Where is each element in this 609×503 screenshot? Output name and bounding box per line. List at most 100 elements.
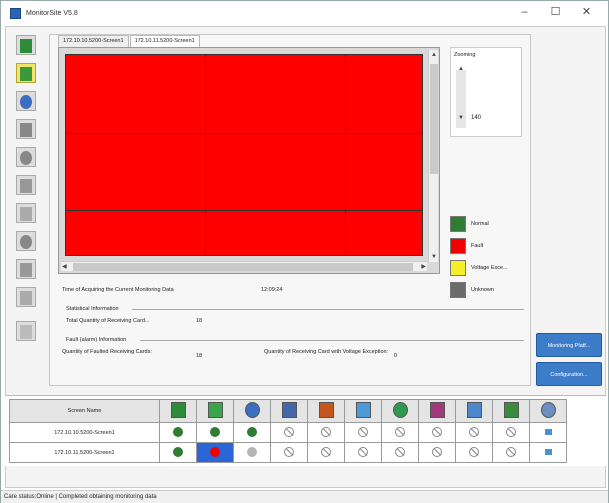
voltage-exception-swatch — [450, 260, 466, 276]
voltage-exception-label: Quantity of Receiving Card with Voltage … — [264, 349, 389, 355]
status-cell — [159, 422, 197, 443]
horizontal-scrollbar[interactable]: ◀ ▶ — [61, 261, 427, 271]
not-available-icon — [395, 426, 405, 437]
smoke-icon — [318, 402, 334, 418]
not-available-icon — [469, 426, 479, 437]
status-cell — [344, 422, 382, 443]
not-available-icon — [395, 446, 405, 457]
monitoring-panel: 172.10.10.5200-Screen1 172.10.11.5200-Sc… — [49, 34, 531, 386]
monitoring-platform-button[interactable]: Monitoring Platf... — [536, 333, 602, 357]
magnet-tool-button[interactable] — [16, 259, 36, 279]
table-row[interactable]: 172.10.11.5200-Screen1 — [9, 442, 567, 463]
status-cell — [381, 442, 419, 463]
not-available-icon — [469, 446, 479, 457]
not-available-icon — [284, 426, 294, 437]
not-available-icon — [432, 426, 442, 437]
scroll-right-icon[interactable]: ▶ — [421, 262, 426, 272]
network-column-header — [529, 399, 567, 423]
configuration-button[interactable]: Configuration... — [536, 362, 602, 386]
receiving-card-cell[interactable] — [65, 54, 206, 134]
faulted-quantity-label: Quantity of Faulted Receiving Cards: — [62, 349, 152, 355]
voltage-tool-button[interactable] — [16, 231, 36, 251]
receiving-card-cell[interactable] — [205, 210, 346, 256]
status-cell — [307, 442, 345, 463]
monitor-card-column-header — [492, 399, 530, 423]
smoke-tool-button[interactable] — [16, 147, 36, 167]
faulted-quantity-value: 18 — [196, 353, 203, 359]
fan-column-header — [344, 399, 382, 423]
receiving-card-cell[interactable] — [345, 54, 423, 134]
fan-tool-button[interactable] — [16, 175, 36, 195]
power-tool-button[interactable] — [16, 203, 36, 223]
screen-status-table-area: Screen Name 172.10.10.5200-Screen1 172.1… — [5, 395, 606, 466]
receiving-card-cell[interactable] — [205, 133, 346, 211]
zoom-up-icon[interactable]: ▲ — [458, 64, 464, 74]
receiving-card-cell[interactable] — [65, 133, 206, 211]
receiving-card-icon — [20, 39, 32, 53]
tab-screen-1[interactable]: 172.10.10.5200-Screen1 — [58, 35, 129, 47]
title-bar: MonitorSite V5.8 – ☐ ✕ — [1, 1, 608, 25]
receiving-card-cell[interactable] — [345, 210, 423, 256]
not-available-icon — [358, 446, 368, 457]
status-cell — [381, 422, 419, 443]
screen-status-table: Screen Name 172.10.10.5200-Screen1 172.1… — [9, 399, 567, 463]
receiving-card-cell[interactable] — [65, 210, 206, 256]
receiving-card-cell[interactable] — [345, 133, 423, 211]
screen-name-header[interactable]: Screen Name — [9, 399, 160, 423]
table-row[interactable]: 172.10.10.5200-Screen1 — [9, 422, 567, 443]
network-status-icon — [544, 448, 552, 455]
port-tool-button[interactable] — [16, 287, 36, 307]
humidity-icon — [20, 123, 32, 137]
voltage-column-header — [381, 399, 419, 423]
legend-unknown: Unknown — [450, 279, 528, 301]
maximize-button[interactable]: ☐ — [540, 4, 571, 21]
module-tool-button[interactable] — [16, 63, 36, 83]
voltage-exception-value: 0 — [394, 353, 398, 359]
status-cell — [196, 422, 234, 443]
port-column-header — [455, 399, 493, 423]
statistical-section-title: Statistical Information — [66, 306, 119, 312]
close-button[interactable]: ✕ — [571, 4, 602, 21]
humidity-tool-button[interactable] — [16, 119, 36, 139]
screen-name-cell[interactable]: 172.10.10.5200-Screen1 — [9, 422, 160, 443]
receiving-card-grid — [65, 54, 423, 256]
smoke-icon — [20, 151, 32, 165]
legend-label: Unknown — [471, 287, 494, 293]
normal-dot-icon — [173, 446, 183, 457]
not-available-icon — [284, 446, 294, 457]
not-available-icon — [321, 426, 331, 437]
receiving-card-tool-button[interactable] — [16, 35, 36, 55]
normal-dot-icon — [247, 426, 257, 437]
magnet-column-header — [418, 399, 456, 423]
zooming-panel: Zooming ▲ ▼ 140 — [450, 47, 522, 137]
scroll-up-icon[interactable]: ▲ — [431, 50, 437, 60]
receiving-card-cell[interactable] — [205, 54, 346, 134]
section-divider — [132, 309, 524, 310]
legend-label: Normal — [471, 221, 489, 227]
vertical-scrollbar[interactable]: ▲ ▼ — [428, 50, 438, 262]
normal-dot-icon — [173, 426, 183, 437]
temperature-tool-button[interactable] — [16, 91, 36, 111]
vertical-scroll-thumb[interactable] — [430, 64, 438, 174]
screen-name-cell[interactable]: 172.10.11.5200-Screen1 — [9, 442, 160, 463]
fault-dot-icon — [210, 446, 220, 457]
fault-section-title: Fault (alarm) Information — [66, 337, 127, 343]
scroll-down-icon[interactable]: ▼ — [431, 252, 437, 262]
left-toolbar — [10, 35, 42, 385]
not-available-icon — [506, 446, 516, 457]
status-cell — [418, 422, 456, 443]
zoom-down-icon[interactable]: ▼ — [458, 113, 464, 123]
app-logo-icon — [10, 7, 21, 19]
horizontal-scroll-thumb[interactable] — [73, 263, 413, 271]
receiving-card-column-header — [159, 399, 197, 423]
acquire-time-value: 12:09:24 — [261, 287, 283, 293]
legend-normal: Normal — [450, 213, 528, 235]
section-divider — [140, 340, 524, 341]
scroll-left-icon[interactable]: ◀ — [62, 262, 67, 272]
status-cell — [492, 442, 530, 463]
fault-swatch — [450, 238, 466, 254]
monitor-card-tool-button[interactable] — [16, 321, 36, 341]
minimize-button[interactable]: – — [509, 4, 540, 21]
screen-layout-view[interactable]: ▲ ▼ ◀ ▶ — [58, 47, 440, 274]
total-quantity-label: Total Quantity of Receiving Card... — [66, 318, 150, 324]
